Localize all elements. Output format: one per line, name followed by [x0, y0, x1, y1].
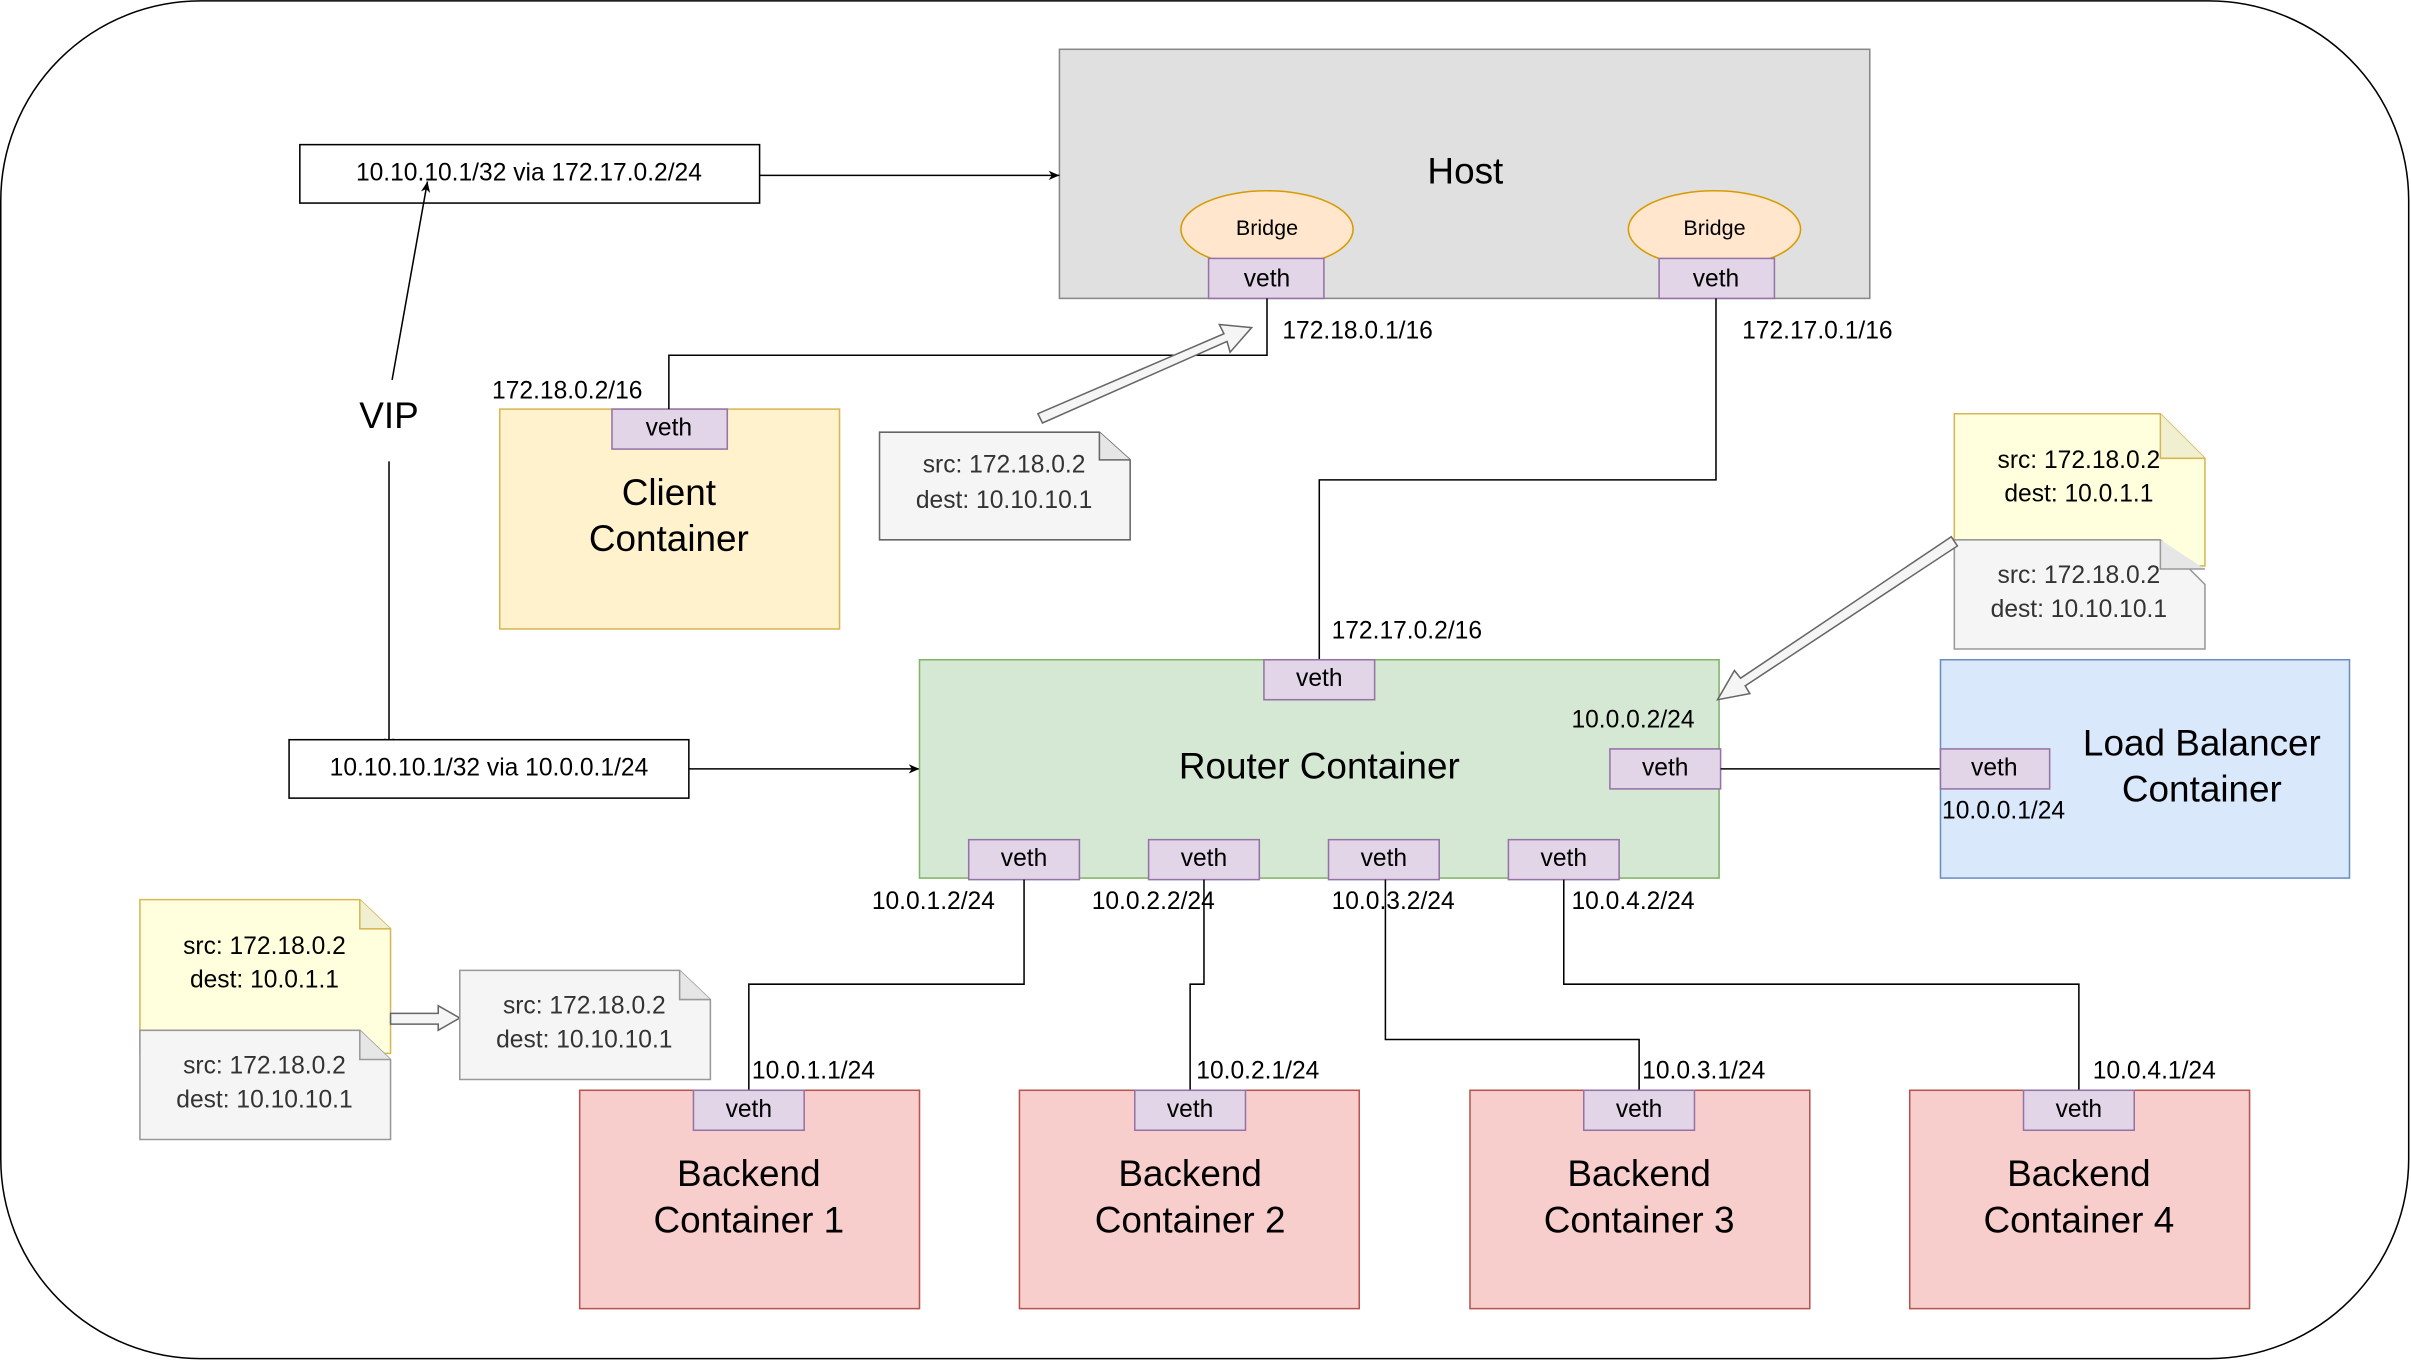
router-ip-right: 10.0.0.2/24 [1571, 707, 1694, 734]
host-ip-left: 172.18.0.1/16 [1282, 318, 1432, 345]
client-packet-dest: dest: 10.10.10.1 [916, 487, 1092, 514]
backend-original-packet-note [139, 1029, 392, 1141]
router-veth-top-label: veth [1296, 665, 1343, 692]
router-ip-bottom-1: 10.0.1.2/24 [872, 888, 995, 915]
backend-original-dest: dest: 10.10.10.1 [176, 1087, 352, 1114]
host-veth-left-label: veth [1244, 265, 1291, 292]
lb-rewritten-dest: dest: 10.0.1.1 [2004, 481, 2153, 508]
client-title-line1: Client [622, 472, 716, 513]
backend-original-src: src: 172.18.0.2 [183, 1053, 346, 1080]
host: Host Bridge Bridge veth veth [1058, 48, 1871, 300]
backend-reply-packet-note [458, 969, 712, 1081]
lb-rewritten-src: src: 172.18.0.2 [1998, 447, 2161, 474]
router-ip-top: 172.17.0.2/16 [1332, 618, 1482, 645]
router-veth-right-label: veth [1642, 754, 1688, 781]
router-veth-bottom-1-label: veth [1001, 845, 1048, 872]
backend-rewritten-src: src: 172.18.0.2 [183, 933, 346, 960]
router-ip-bottom-4: 10.0.4.2/24 [1571, 888, 1694, 915]
backend-2-title-line1: Backend [1118, 1153, 1262, 1194]
host-ip-right: 172.17.0.1/16 [1742, 318, 1892, 345]
lb-veth-label: veth [1971, 754, 2017, 781]
lb-title-line1: Load Balancer [2083, 723, 2321, 764]
router-veth-bottom-4-label: veth [1541, 845, 1587, 872]
backend-2-title-line2: Container 2 [1095, 1199, 1286, 1240]
backend-3-ip: 10.0.3.1/24 [1642, 1057, 1765, 1084]
backend-2-veth-label: veth [1167, 1096, 1214, 1123]
backend-container-2: veth Backend Container 2 [1018, 1089, 1361, 1310]
host-route-text: 10.10.10.1/32 via 172.17.0.2/24 [356, 159, 702, 186]
backend-4-veth-label: veth [2056, 1096, 2103, 1123]
bridge-left-label: Bridge [1236, 216, 1298, 240]
router-route-text: 10.10.10.1/32 via 10.0.0.1/24 [330, 754, 649, 781]
backend-2-ip: 10.0.2.1/24 [1196, 1057, 1319, 1084]
bridge-right-label: Bridge [1683, 216, 1745, 240]
backend-4-title-line2: Container 4 [1984, 1199, 2175, 1240]
lb-original-dest: dest: 10.10.10.1 [1991, 596, 2167, 623]
client-packet-src: src: 172.18.0.2 [923, 452, 1086, 479]
backend-container-1: veth Backend Container 1 [578, 1089, 921, 1310]
client-ip: 172.18.0.2/16 [492, 378, 642, 405]
host-veth-right-label: veth [1693, 265, 1740, 292]
backend-4-ip: 10.0.4.1/24 [2093, 1057, 2216, 1084]
router-ip-bottom-2: 10.0.2.2/24 [1092, 888, 1215, 915]
lb-original-src: src: 172.18.0.2 [1998, 562, 2161, 589]
backend-4-title-line1: Backend [2007, 1153, 2151, 1194]
network-diagram: Host Bridge Bridge veth veth 172.18.0.1/… [0, 0, 2410, 1360]
backend-1-title-line2: Container 1 [653, 1199, 844, 1240]
backend-container-4: veth Backend Container 4 [1908, 1089, 2251, 1310]
backend-3-title-line1: Backend [1567, 1153, 1711, 1194]
backend-container-3: veth Backend Container 3 [1469, 1089, 1811, 1310]
lb-ip: 10.0.0.1/24 [1942, 797, 2065, 824]
client-veth-label: veth [646, 415, 693, 442]
router-ip-bottom-3: 10.0.3.2/24 [1332, 888, 1455, 915]
backend-1-ip: 10.0.1.1/24 [752, 1057, 875, 1084]
lb-title-line2: Container [2122, 769, 2282, 810]
backend-3-title-line2: Container 3 [1544, 1199, 1735, 1240]
router-veth-bottom-2-label: veth [1181, 845, 1228, 872]
vip-label: VIP [359, 395, 418, 436]
backend-reply-dest: dest: 10.10.10.1 [496, 1027, 672, 1054]
backend-rewritten-dest: dest: 10.0.1.1 [190, 967, 339, 994]
backend-3-veth-label: veth [1616, 1096, 1662, 1123]
router-title: Router Container [1179, 746, 1460, 787]
backend-1-title-line1: Backend [677, 1153, 821, 1194]
backend-1-veth-label: veth [726, 1096, 773, 1123]
client-title-line2: Container [589, 518, 749, 559]
router-veth-bottom-3-label: veth [1361, 845, 1408, 872]
backend-reply-src: src: 172.18.0.2 [503, 993, 666, 1020]
host-title: Host [1427, 151, 1503, 192]
